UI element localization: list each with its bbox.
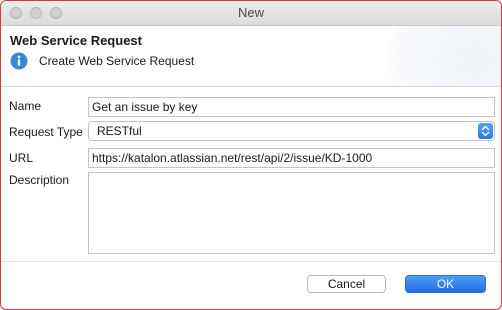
name-label: Name <box>9 99 42 113</box>
dialog-header: Web Service Request Create Web Service R… <box>1 26 501 87</box>
header-decoration <box>381 26 501 86</box>
request-type-label: Request Type <box>9 125 83 139</box>
name-input[interactable] <box>88 97 495 117</box>
info-icon <box>10 52 28 70</box>
select-arrows-icon[interactable] <box>478 123 493 139</box>
url-input[interactable] <box>88 148 495 168</box>
url-label: URL <box>9 151 34 165</box>
cancel-button[interactable]: Cancel <box>307 275 386 293</box>
ok-button[interactable]: OK <box>405 275 486 293</box>
header-title: Web Service Request <box>10 33 142 48</box>
header-message: Create Web Service Request <box>39 54 195 68</box>
description-label: Description <box>9 173 70 187</box>
description-textarea[interactable] <box>88 172 495 254</box>
dialog-window: New Web Service Request Create Web Servi… <box>0 0 502 310</box>
request-type-select[interactable]: RESTful <box>88 121 495 141</box>
window-title: New <box>237 5 264 20</box>
request-type-value: RESTful <box>97 124 142 138</box>
footer-divider <box>1 261 501 262</box>
title-bar[interactable]: New <box>1 1 501 26</box>
